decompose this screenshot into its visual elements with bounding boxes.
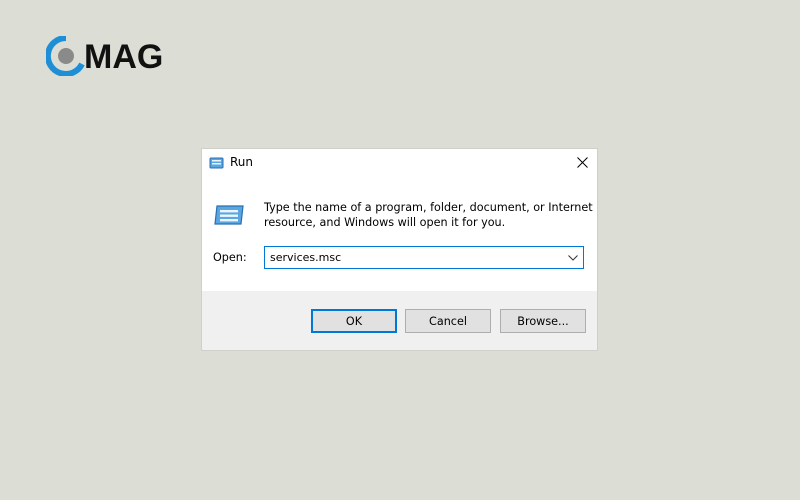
cancel-button[interactable]: Cancel [405,309,491,333]
run-icon [209,155,225,169]
ok-button[interactable]: OK [311,309,397,333]
logo-text: MAG [84,38,163,76]
open-combobox[interactable] [264,246,584,269]
close-icon [577,156,588,168]
browse-button[interactable]: Browse... [500,309,586,333]
title-bar[interactable]: Run [202,149,597,178]
run-program-icon [213,204,245,226]
open-input[interactable] [265,247,555,268]
close-button[interactable] [568,149,597,175]
pcmag-logo: MAG [46,36,186,76]
instructions-line-1: Type the name of a program, folder, docu… [264,201,593,214]
open-label: Open: [213,251,247,264]
dialog-title: Run [230,155,254,169]
run-dialog: Run Type the name of a program, folder, … [202,149,597,350]
instructions-line-2: resource, and Windows will open it for y… [264,216,506,229]
button-bar: OK Cancel Browse... [202,291,597,350]
instructions-text: Type the name of a program, folder, docu… [264,200,593,230]
chevron-down-icon[interactable] [566,251,580,264]
